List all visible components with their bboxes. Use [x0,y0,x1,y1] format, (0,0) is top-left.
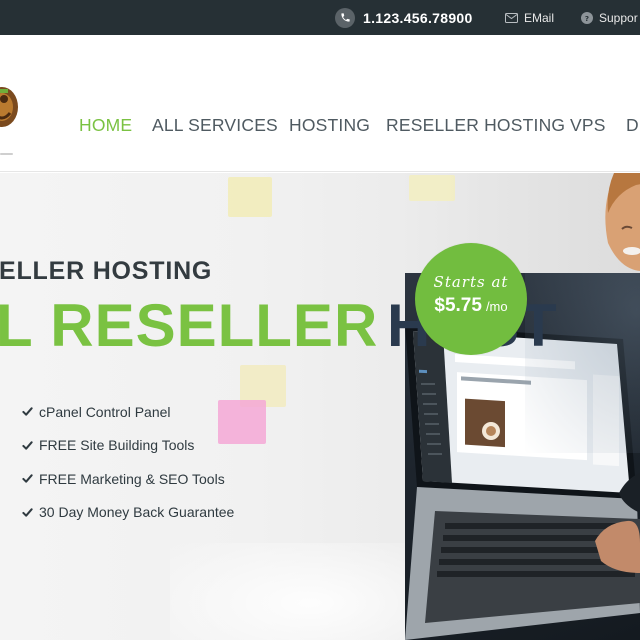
nav-vps[interactable]: VPS [570,114,606,136]
check-icon [22,473,33,484]
person-photo [596,173,640,275]
support-link[interactable]: ? Suppor [581,0,638,35]
feature-text: FREE Site Building Tools [39,437,195,454]
site-header: HOME ALL SERVICES HOSTING RESELLER HOSTI… [0,35,640,172]
hero-headline: L RESELLER [0,292,379,359]
feature-text: cPanel Control Panel [39,403,171,420]
phone-icon [335,7,355,28]
nav-reseller-hosting[interactable]: RESELLER HOSTING [386,114,565,136]
check-icon [22,507,33,518]
top-contact-bar: 1.123.456.78900 EMail ? Suppor [0,0,640,35]
nav-all-services[interactable]: ALL SERVICES [152,114,278,136]
hero-banner: ELLER HOSTING L RESELLER HOST cPanel Con… [0,173,640,640]
list-item: FREE Marketing & SEO Tools [22,462,234,496]
question-icon: ? [581,11,593,24]
feature-text: FREE Marketing & SEO Tools [39,470,225,487]
hero-eyebrow: ELLER HOSTING [0,257,213,285]
feature-text: 30 Day Money Back Guarantee [39,504,235,521]
badge-price: $5.75 [434,295,482,316]
feature-list: cPanel Control Panel FREE Site Building … [22,395,234,529]
phone-contact[interactable]: 1.123.456.78900 [335,0,473,35]
email-label: EMail [524,10,555,25]
phone-number: 1.123.456.78900 [363,9,473,26]
sticky-note [228,177,272,217]
badge-price-row: $5.75 /mo [434,295,507,317]
list-item: 30 Day Money Back Guarantee [22,496,234,530]
nav-dedicated[interactable]: DE [626,114,640,136]
check-icon [22,406,33,417]
badge-unit: /mo [485,299,508,314]
check-icon [22,440,33,451]
svg-text:?: ? [585,14,589,22]
logo-icon[interactable] [0,83,18,129]
list-item: FREE Site Building Tools [22,429,234,463]
price-badge[interactable]: Starts at $5.75 /mo [415,243,527,355]
logo-divider [0,153,13,155]
email-link[interactable]: EMail [505,0,554,35]
nav-home[interactable]: HOME [79,114,132,136]
badge-label: Starts at [433,273,509,291]
support-label: Suppor [599,10,638,25]
envelope-icon [505,12,518,23]
sticky-note [409,175,455,201]
nav-hosting[interactable]: HOSTING [289,114,370,136]
list-item: cPanel Control Panel [22,395,234,429]
